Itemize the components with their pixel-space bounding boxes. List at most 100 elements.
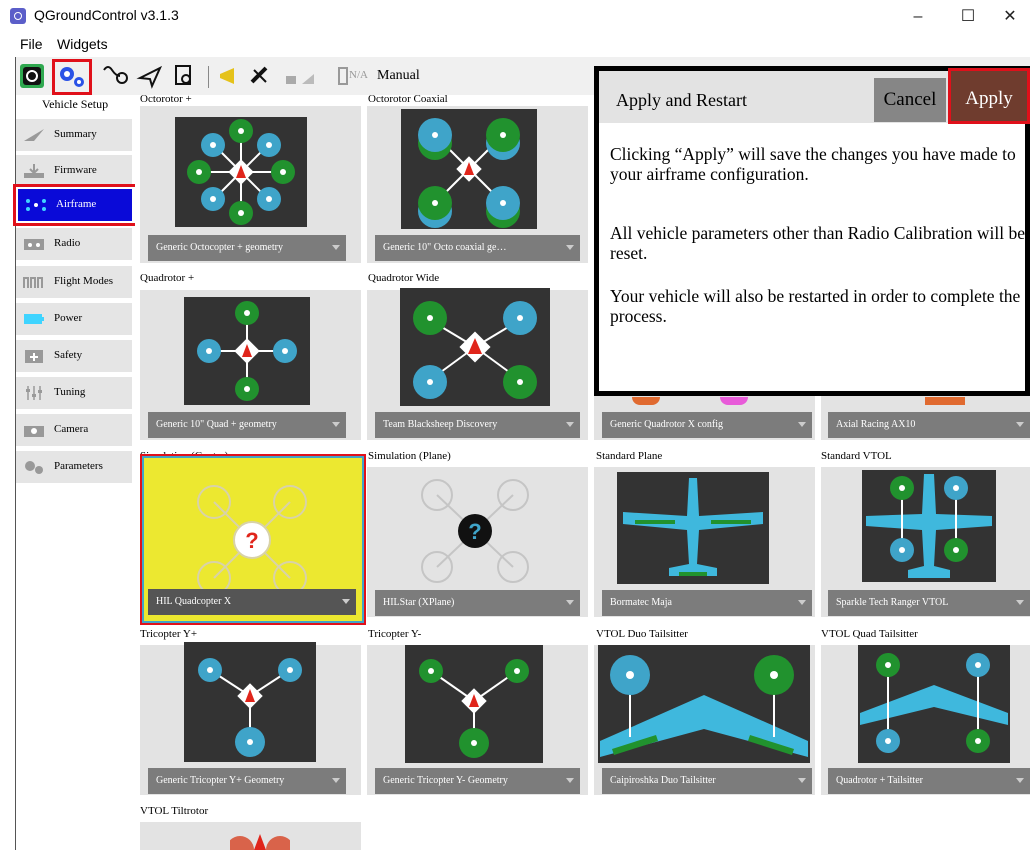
apply-button[interactable]: Apply [948,68,1030,124]
sliders-icon [26,386,42,400]
analyze-button[interactable] [170,62,200,90]
airframe-title: VTOL Tiltrotor [140,805,209,817]
sidebar-item-radio[interactable]: Radio [16,228,132,260]
dialog-message-save: Clicking “Apply” will save the changes y… [610,144,1016,184]
airframe-title: Standard Plane [596,450,663,462]
quadrotor-plus-image [184,297,310,405]
wave-icon [23,277,43,288]
quadcopter-outline-image: ? [197,485,307,595]
quadrotor-x-image-2 [720,397,748,405]
minimize-button[interactable]: – [895,4,941,30]
sidebar-item-camera[interactable]: Camera [16,414,132,446]
standard-plane-image [617,472,769,584]
airframe-combo[interactable]: Generic Quadrotor X config [602,412,812,438]
menu-file[interactable]: File [20,36,43,52]
standard-vtol-image [862,470,996,582]
dialog-message-reset: All vehicle parameters other than Radio … [610,223,1026,263]
airframe-combo[interactable]: Team Blacksheep Discovery [375,412,580,438]
rc-rssi-indicator[interactable] [282,62,320,90]
chevron-down-icon [332,422,340,427]
megaphone-icon [220,68,234,84]
vtol-duo-tailsitter-image [598,645,810,763]
airframe-combo[interactable]: Generic 10" Quad + geometry [148,412,346,438]
sidebar-item-flight-modes[interactable]: Flight Modes [16,266,132,298]
gps-indicator[interactable] [246,62,274,90]
chevron-down-icon [342,599,350,604]
window-title: QGroundControl v3.1.3 [34,7,179,23]
vehicle-setup-button[interactable] [52,59,92,95]
airframe-combo[interactable]: Generic Octocopter + geometry [148,235,346,261]
title-bar: QGroundControl v3.1.3 – ☐ ✕ [0,0,1030,33]
chevron-down-icon [566,245,574,250]
airframe-combo[interactable]: Bormatec Maja [602,590,812,616]
maximize-button[interactable]: ☐ [945,4,991,30]
chevron-down-icon [1016,778,1024,783]
airframe-title: Octorotor + [140,93,192,103]
octorotor-coaxial-image [401,109,537,229]
gears-icon [60,67,84,87]
sidebar-item-firmware[interactable]: Firmware [16,155,132,187]
quadrotor-wide-image [400,288,550,406]
sidebar-item-parameters[interactable]: Parameters [16,451,132,483]
airframe-title: Octorotor Coaxial [368,93,448,103]
camera-icon [24,426,44,437]
octorotor-plus-image [175,117,307,227]
battery-status: N/A [349,69,368,81]
airframe-combo[interactable]: Generic Tricopter Y- Geometry [375,768,580,794]
airframe-combo[interactable]: Sparkle Tech Ranger VTOL [828,590,1030,616]
gears-icon [25,461,43,474]
menu-bar [0,33,1030,57]
plane-icon [24,129,44,141]
question-icon: ? [468,519,481,544]
airframe-combo[interactable]: HILStar (XPlane) [375,590,580,616]
sidebar-item-tuning[interactable]: Tuning [16,377,132,409]
battery-icon [24,314,44,324]
satellite-icon [250,66,268,84]
waypoint-icon [103,66,128,84]
paper-plane-icon [136,65,163,89]
signal-icon [286,74,314,84]
messages-indicator[interactable] [216,62,244,90]
airframe-title: Tricopter Y+ [140,628,198,640]
qgc-logo-button[interactable] [19,62,45,90]
vtol-tiltrotor-image [230,832,290,850]
battery-icon [336,62,350,90]
dialog-message-restart: Your vehicle will also be restarted in o… [610,286,1021,326]
flight-mode[interactable]: Manual [377,68,420,84]
chevron-down-icon [798,778,806,783]
plan-view-button[interactable] [100,62,130,90]
tricopter-yplus-image [184,642,316,762]
chevron-down-icon [1016,600,1024,605]
airframe-title: VTOL Duo Tailsitter [596,628,688,640]
sidebar-item-summary[interactable]: Summary [16,119,132,151]
first-aid-icon [25,350,43,363]
chevron-down-icon [566,778,574,783]
question-icon: ? [245,528,258,553]
airframe-title: Quadrotor + [140,272,195,284]
airframe-title: VTOL Quad Tailsitter [821,628,918,640]
vtol-quad-tailsitter-image [858,645,1010,763]
radio-icon [24,239,44,250]
fly-view-button[interactable] [136,62,166,90]
cancel-button[interactable]: Cancel [874,78,946,122]
chevron-down-icon [798,600,806,605]
chevron-down-icon [566,422,574,427]
airframe-combo[interactable]: Generic Tricopter Y+ Geometry [148,768,346,794]
chevron-down-icon [332,778,340,783]
airframe-combo[interactable]: HIL Quadcopter X [148,589,356,615]
airframe-title: Standard VTOL [821,450,892,462]
chevron-down-icon [332,245,340,250]
airframe-combo[interactable]: Axial Racing AX10 [828,412,1030,438]
airframe-combo[interactable]: Generic 10" Octo coaxial ge… [375,235,580,261]
menu-widgets[interactable]: Widgets [57,36,108,52]
sidebar-item-power[interactable]: Power [16,303,132,335]
sidebar-item-airframe[interactable]: Airframe [18,189,132,221]
airframe-combo[interactable]: Quadrotor + Tailsitter [828,768,1030,794]
app-icon [10,8,26,24]
airframe-title: Tricopter Y- [368,628,422,640]
document-search-icon [175,65,191,85]
sidebar-item-safety[interactable]: Safety [16,340,132,372]
airframe-title: Quadrotor Wide [368,272,440,284]
close-button[interactable]: ✕ [990,4,1030,30]
airframe-combo[interactable]: Caipiroshka Duo Tailsitter [602,768,812,794]
